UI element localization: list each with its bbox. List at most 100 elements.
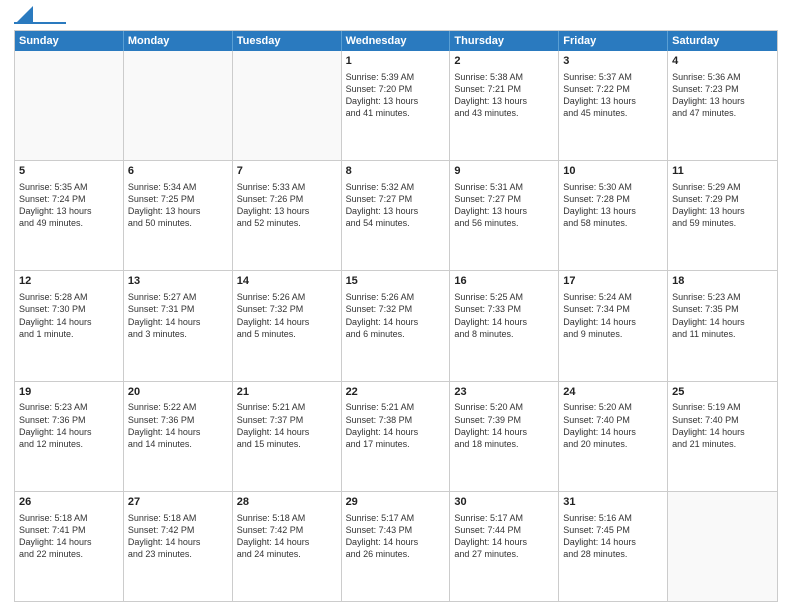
cell-line-0: Sunrise: 5:22 AM — [128, 401, 228, 413]
calendar-cell-r1-c2: 7Sunrise: 5:33 AMSunset: 7:26 PMDaylight… — [233, 161, 342, 270]
cell-line-3: and 27 minutes. — [454, 548, 554, 560]
calendar-cell-r3-c5: 24Sunrise: 5:20 AMSunset: 7:40 PMDayligh… — [559, 382, 668, 491]
cell-line-0: Sunrise: 5:20 AM — [563, 401, 663, 413]
cell-line-2: Daylight: 14 hours — [19, 426, 119, 438]
cell-line-1: Sunset: 7:26 PM — [237, 193, 337, 205]
cell-line-3: and 3 minutes. — [128, 328, 228, 340]
cell-line-2: Daylight: 14 hours — [346, 316, 446, 328]
day-number: 21 — [237, 385, 337, 400]
cell-line-1: Sunset: 7:27 PM — [346, 193, 446, 205]
day-number: 1 — [346, 54, 446, 69]
calendar: SundayMondayTuesdayWednesdayThursdayFrid… — [14, 30, 778, 602]
weekday-header-wednesday: Wednesday — [342, 31, 451, 51]
calendar-cell-r2-c3: 15Sunrise: 5:26 AMSunset: 7:32 PMDayligh… — [342, 271, 451, 380]
weekday-header-saturday: Saturday — [668, 31, 777, 51]
cell-line-0: Sunrise: 5:32 AM — [346, 181, 446, 193]
page: SundayMondayTuesdayWednesdayThursdayFrid… — [0, 0, 792, 612]
calendar-row-1: 5Sunrise: 5:35 AMSunset: 7:24 PMDaylight… — [15, 161, 777, 271]
day-number: 23 — [454, 385, 554, 400]
cell-line-3: and 14 minutes. — [128, 438, 228, 450]
day-number: 30 — [454, 495, 554, 510]
day-number: 18 — [672, 274, 773, 289]
calendar-body: 1Sunrise: 5:39 AMSunset: 7:20 PMDaylight… — [15, 51, 777, 601]
cell-line-0: Sunrise: 5:17 AM — [454, 512, 554, 524]
cell-line-0: Sunrise: 5:20 AM — [454, 401, 554, 413]
cell-line-1: Sunset: 7:22 PM — [563, 83, 663, 95]
cell-line-0: Sunrise: 5:18 AM — [128, 512, 228, 524]
calendar-cell-r1-c1: 6Sunrise: 5:34 AMSunset: 7:25 PMDaylight… — [124, 161, 233, 270]
calendar-cell-r3-c2: 21Sunrise: 5:21 AMSunset: 7:37 PMDayligh… — [233, 382, 342, 491]
cell-line-0: Sunrise: 5:26 AM — [346, 291, 446, 303]
weekday-header-sunday: Sunday — [15, 31, 124, 51]
day-number: 20 — [128, 385, 228, 400]
calendar-cell-r4-c4: 30Sunrise: 5:17 AMSunset: 7:44 PMDayligh… — [450, 492, 559, 601]
cell-line-2: Daylight: 14 hours — [19, 316, 119, 328]
day-number: 9 — [454, 164, 554, 179]
cell-line-1: Sunset: 7:25 PM — [128, 193, 228, 205]
day-number: 13 — [128, 274, 228, 289]
cell-line-1: Sunset: 7:45 PM — [563, 524, 663, 536]
cell-line-0: Sunrise: 5:36 AM — [672, 71, 773, 83]
cell-line-2: Daylight: 13 hours — [454, 95, 554, 107]
cell-line-0: Sunrise: 5:18 AM — [19, 512, 119, 524]
cell-line-1: Sunset: 7:38 PM — [346, 414, 446, 426]
cell-line-0: Sunrise: 5:26 AM — [237, 291, 337, 303]
cell-line-3: and 49 minutes. — [19, 217, 119, 229]
cell-line-2: Daylight: 14 hours — [563, 316, 663, 328]
day-number: 15 — [346, 274, 446, 289]
cell-line-1: Sunset: 7:43 PM — [346, 524, 446, 536]
calendar-cell-r0-c4: 2 Sunrise: 5:38 AMSunset: 7:21 PMDaylight… — [450, 51, 559, 160]
weekday-header-friday: Friday — [559, 31, 668, 51]
cell-line-1: Sunset: 7:44 PM — [454, 524, 554, 536]
cell-line-0: Sunrise: 5:35 AM — [19, 181, 119, 193]
calendar-row-3: 19Sunrise: 5:23 AMSunset: 7:36 PMDayligh… — [15, 382, 777, 492]
cell-line-1: Sunset: 7:40 PM — [563, 414, 663, 426]
logo — [14, 10, 66, 24]
cell-line-2: Daylight: 13 hours — [346, 205, 446, 217]
calendar-cell-r4-c0: 26Sunrise: 5:18 AMSunset: 7:41 PMDayligh… — [15, 492, 124, 601]
calendar-cell-r1-c3: 8Sunrise: 5:32 AMSunset: 7:27 PMDaylight… — [342, 161, 451, 270]
cell-line-2: Daylight: 14 hours — [454, 316, 554, 328]
cell-line-0: Sunrise: 5:31 AM — [454, 181, 554, 193]
calendar-cell-r1-c6: 11Sunrise: 5:29 AMSunset: 7:29 PMDayligh… — [668, 161, 777, 270]
calendar-cell-r2-c6: 18Sunrise: 5:23 AMSunset: 7:35 PMDayligh… — [668, 271, 777, 380]
calendar-cell-r0-c1 — [124, 51, 233, 160]
cell-line-3: and 20 minutes. — [563, 438, 663, 450]
cell-line-3: and 41 minutes. — [346, 107, 446, 119]
cell-line-2: Daylight: 14 hours — [128, 316, 228, 328]
calendar-cell-r4-c3: 29Sunrise: 5:17 AMSunset: 7:43 PMDayligh… — [342, 492, 451, 601]
day-number: 19 — [19, 385, 119, 400]
cell-line-3: and 47 minutes. — [672, 107, 773, 119]
cell-line-2: Daylight: 14 hours — [346, 426, 446, 438]
cell-line-0: Sunrise: 5:34 AM — [128, 181, 228, 193]
weekday-header-monday: Monday — [124, 31, 233, 51]
cell-line-2: Daylight: 13 hours — [346, 95, 446, 107]
cell-line-1: Sunset: 7:42 PM — [237, 524, 337, 536]
cell-line-3: and 56 minutes. — [454, 217, 554, 229]
calendar-cell-r2-c0: 12Sunrise: 5:28 AMSunset: 7:30 PMDayligh… — [15, 271, 124, 380]
cell-line-2: Daylight: 14 hours — [128, 536, 228, 548]
calendar-cell-r3-c4: 23Sunrise: 5:20 AMSunset: 7:39 PMDayligh… — [450, 382, 559, 491]
cell-line-3: and 58 minutes. — [563, 217, 663, 229]
cell-line-1: Sunset: 7:41 PM — [19, 524, 119, 536]
cell-line-1: Sunset: 7:21 PM — [454, 83, 554, 95]
day-number: 17 — [563, 274, 663, 289]
cell-line-3: and 54 minutes. — [346, 217, 446, 229]
calendar-cell-r3-c6: 25Sunrise: 5:19 AMSunset: 7:40 PMDayligh… — [668, 382, 777, 491]
day-number: 2 — [454, 54, 554, 69]
day-number: 22 — [346, 385, 446, 400]
cell-line-1: Sunset: 7:34 PM — [563, 303, 663, 315]
cell-line-3: and 5 minutes. — [237, 328, 337, 340]
cell-line-3: and 6 minutes. — [346, 328, 446, 340]
cell-line-1: Sunset: 7:23 PM — [672, 83, 773, 95]
cell-line-0: Sunrise: 5:18 AM — [237, 512, 337, 524]
day-number: 3 — [563, 54, 663, 69]
cell-line-3: and 22 minutes. — [19, 548, 119, 560]
day-number: 28 — [237, 495, 337, 510]
cell-line-0: Sunrise: 5:37 AM — [563, 71, 663, 83]
cell-line-3: and 59 minutes. — [672, 217, 773, 229]
cell-line-0: Sunrise: 5:21 AM — [346, 401, 446, 413]
cell-line-3: and 52 minutes. — [237, 217, 337, 229]
cell-line-2: Daylight: 14 hours — [563, 426, 663, 438]
cell-line-0: Sunrise: 5:38 AM — [454, 71, 554, 83]
